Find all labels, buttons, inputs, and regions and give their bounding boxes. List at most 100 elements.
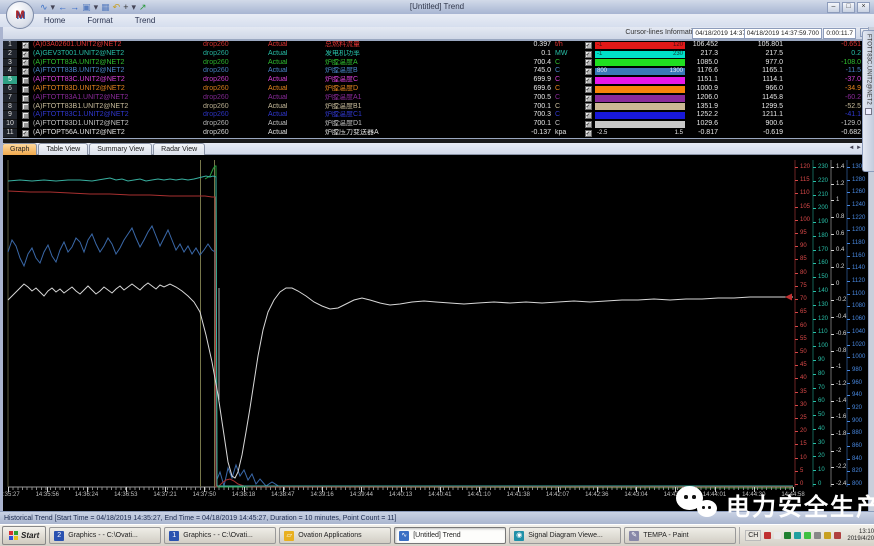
table-row[interactable]: 7 (A)FTOTT83A1.UNIT2@NET2 drop260 Actual… <box>3 94 863 103</box>
taskbar-item[interactable]: 2Graphics - - C:\Ovati... <box>49 527 161 544</box>
table-row[interactable]: 9 (A)FTOTT83C1.UNIT2@NET2 drop260 Actual… <box>3 111 863 120</box>
table-row[interactable]: 1 ✓ (A)03A02601.UNIT2@NET2 drop260 Actua… <box>3 41 863 50</box>
add-icon[interactable]: + <box>123 2 128 12</box>
close-button[interactable]: × <box>857 2 870 13</box>
plot-checkbox[interactable]: ✓ <box>22 68 29 75</box>
taskbar-item[interactable]: ▱Ovation Applications <box>279 527 391 544</box>
language-indicator[interactable]: CH <box>745 530 761 541</box>
scale-checkbox[interactable]: ✓ <box>585 51 592 58</box>
plot-checkbox[interactable]: ✓ <box>22 42 29 49</box>
scale-checkbox[interactable]: ✓ <box>585 103 592 110</box>
scale-checkbox[interactable]: ✓ <box>585 95 592 102</box>
row-number[interactable]: 11 <box>3 129 17 138</box>
start-button[interactable]: Start <box>2 526 46 545</box>
side-panel-tab[interactable]: FTOTT83C.UNIT2@NET2 <box>862 30 874 172</box>
table-row[interactable]: 8 (A)FTOTT83B1.UNIT2@NET2 drop260 Actual… <box>3 103 863 112</box>
plot-checkbox[interactable]: ✓ <box>22 59 29 66</box>
table-row[interactable]: 4 ✓ (A)FTOTT83B.UNIT2@NET2 drop260 Actua… <box>3 67 863 76</box>
row-number[interactable]: 2 <box>3 50 17 59</box>
row-number[interactable]: 3 <box>3 59 17 68</box>
back-arrow-icon[interactable]: ← <box>58 2 67 12</box>
view-tab-summary-view[interactable]: Summary View <box>89 143 152 155</box>
cursor-time-2[interactable]: 04/18/2019 14:37:59.700 <box>744 28 822 39</box>
table-row[interactable]: 6 (A)FTOTT83D.UNIT2@NET2 drop260 Actual … <box>3 85 863 94</box>
scale-checkbox[interactable]: ✓ <box>585 59 592 66</box>
scale-checkbox[interactable]: ✓ <box>585 112 592 119</box>
scale-bar[interactable]: -1 120 <box>595 42 685 49</box>
trend-chart-icon[interactable]: ∿ <box>40 2 48 12</box>
layout-grid-icon[interactable]: ▦ <box>101 2 110 12</box>
tray-icon[interactable] <box>824 532 831 539</box>
signal-icon[interactable]: ↗ <box>139 2 147 12</box>
taskbar-item[interactable]: ∿[Untitled] Trend <box>394 527 506 544</box>
dropdown-caret-icon[interactable]: ▾ <box>51 2 56 12</box>
tray-icon[interactable] <box>774 532 781 539</box>
scale-checkbox[interactable]: ✓ <box>585 68 592 75</box>
fuel-flow-axis-tick-label: 35 <box>800 389 807 395</box>
dropdown-caret-icon[interactable]: ▾ <box>94 2 99 12</box>
tray-icon[interactable] <box>784 532 791 539</box>
maximize-button[interactable]: □ <box>842 2 855 13</box>
scale-checkbox[interactable]: ✓ <box>585 121 592 128</box>
plot-checkbox[interactable]: ✓ <box>22 130 29 137</box>
scale-bar[interactable]: -2.5 1.5 <box>595 130 685 137</box>
taskbar-item[interactable]: 1Graphics - - C:\Ovati... <box>164 527 276 544</box>
dropdown-caret-icon[interactable]: ▾ <box>131 2 136 12</box>
taskbar-item[interactable]: ◉Signal Diagram Viewe... <box>509 527 621 544</box>
view-tab-radar-view[interactable]: Radar View <box>153 143 205 155</box>
table-row[interactable]: 5 (A)FTOTT83C.UNIT2@NET2 drop260 Actual … <box>3 76 863 85</box>
ribbon-tab-trend[interactable]: Trend <box>131 16 160 25</box>
scale-bar[interactable] <box>595 112 685 119</box>
ribbon-tab-home[interactable]: Home <box>40 16 69 25</box>
tab-scroll-arrows-icon[interactable]: ◄ ► <box>848 145 862 151</box>
scale-checkbox[interactable]: ✓ <box>585 86 592 93</box>
scale-bar[interactable] <box>595 121 685 128</box>
plot-checkbox[interactable]: ✓ <box>22 51 29 58</box>
app-logo-icon[interactable]: M <box>6 1 34 29</box>
row-number[interactable]: 4 <box>3 67 17 76</box>
view-tab-graph[interactable]: Graph <box>2 143 37 155</box>
trend-graph-canvas[interactable]: 1201151101051009590858075706560555045403… <box>0 155 874 511</box>
taskbar-clock[interactable]: 13:102019/4/20 <box>847 529 874 543</box>
scale-checkbox[interactable]: ✓ <box>585 130 592 137</box>
tray-icon[interactable] <box>764 532 771 539</box>
plot-checkbox[interactable] <box>22 103 29 110</box>
scale-checkbox[interactable]: ✓ <box>585 77 592 84</box>
tray-icon[interactable] <box>804 532 811 539</box>
forward-arrow-icon[interactable]: → <box>70 2 79 12</box>
scale-bar[interactable] <box>595 95 685 102</box>
scale-bar[interactable] <box>595 103 685 110</box>
scale-bar[interactable] <box>595 86 685 93</box>
undo-icon[interactable]: ↶ <box>113 2 121 12</box>
row-number[interactable]: 6 <box>3 85 17 94</box>
scale-checkbox[interactable]: ✓ <box>585 42 592 49</box>
tray-icon[interactable] <box>814 532 821 539</box>
ribbon-tab-format[interactable]: Format <box>83 16 116 25</box>
view-tab-table-view[interactable]: Table View <box>38 143 88 155</box>
taskbar-item[interactable]: ✎TEMPA - Paint <box>624 527 736 544</box>
row-number[interactable]: 7 <box>3 94 17 103</box>
tray-icon[interactable] <box>794 532 801 539</box>
row-number[interactable]: 8 <box>3 103 17 112</box>
table-row[interactable]: 11 ✓ (A)FTOPT56A.UNIT2@NET2 drop260 Actu… <box>3 129 863 138</box>
tray-icon[interactable] <box>834 532 841 539</box>
row-number[interactable]: 9 <box>3 111 17 120</box>
table-row[interactable]: 2 ✓ (A)GEV3T001.UNIT2@NET2 drop260 Actua… <box>3 50 863 59</box>
row-number[interactable]: 10 <box>3 120 17 129</box>
row-number[interactable]: 5 <box>3 76 17 85</box>
table-row[interactable]: 3 ✓ (A)FTOTT83A.UNIT2@NET2 drop260 Actua… <box>3 59 863 68</box>
row-number[interactable]: 1 <box>3 41 17 50</box>
drop-label: drop260 <box>203 85 268 94</box>
plot-checkbox[interactable] <box>22 86 29 93</box>
scale-bar[interactable]: -1 230 <box>595 51 685 58</box>
table-row[interactable]: 10 (A)FTOTT83D1.UNIT2@NET2 drop260 Actua… <box>3 120 863 129</box>
plot-checkbox[interactable] <box>22 77 29 84</box>
scale-bar[interactable] <box>595 59 685 66</box>
plot-checkbox[interactable] <box>22 121 29 128</box>
plot-checkbox[interactable] <box>22 112 29 119</box>
plot-checkbox[interactable] <box>22 95 29 102</box>
scale-bar[interactable]: 800 1300 <box>595 68 685 75</box>
window-icon[interactable]: ▣ <box>82 2 91 12</box>
minimize-button[interactable]: – <box>827 2 840 13</box>
scale-bar[interactable] <box>595 77 685 84</box>
